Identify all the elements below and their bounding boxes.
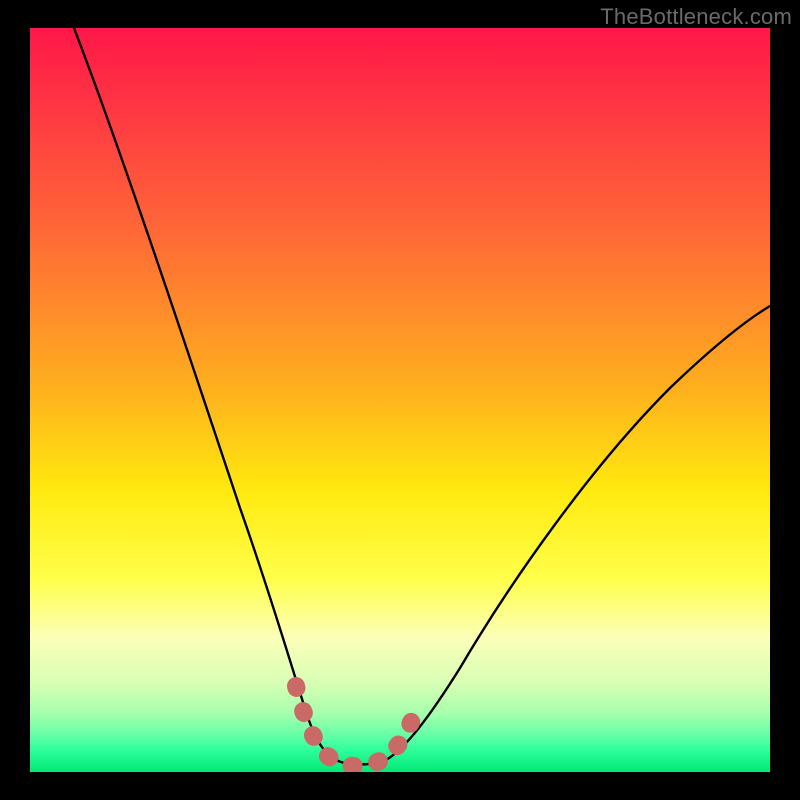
watermark-text: TheBottleneck.com	[600, 4, 792, 30]
chart-frame: TheBottleneck.com	[0, 0, 800, 800]
curve-layer	[30, 28, 770, 772]
optimal-highlight	[296, 686, 418, 766]
bottleneck-curve	[74, 28, 770, 765]
plot-area	[30, 28, 770, 772]
